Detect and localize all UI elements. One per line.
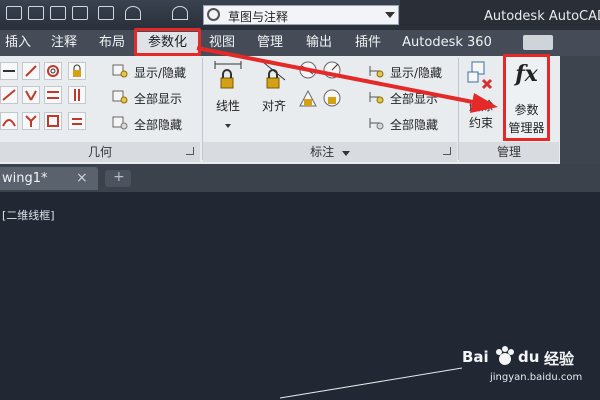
document-tab[interactable]: wing1* × <box>0 167 98 190</box>
document-tab-label: wing1* <box>2 171 48 186</box>
close-icon[interactable]: × <box>76 170 88 186</box>
watermark-brand: Bai <box>462 348 489 366</box>
plus-icon: + <box>113 169 125 185</box>
watermark-jingyan: 经验 <box>544 350 575 368</box>
watermark-brand-2: du <box>518 348 540 366</box>
paw-icon <box>496 346 514 365</box>
watermark-url: jingyan.baidu.com <box>490 372 583 383</box>
new-tab-button[interactable]: + <box>105 169 131 187</box>
